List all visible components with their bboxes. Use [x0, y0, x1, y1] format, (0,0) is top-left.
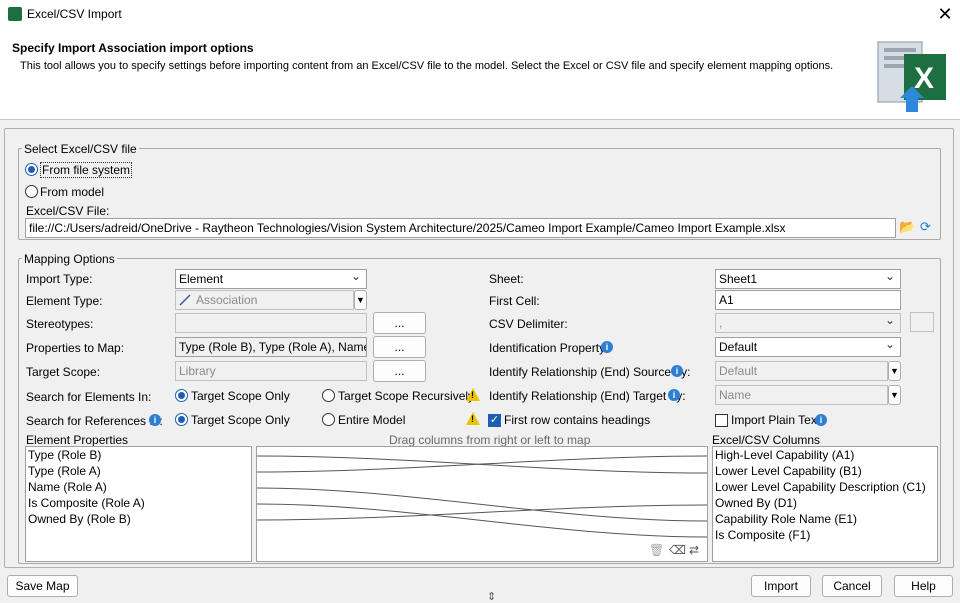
- target-scope-label: Target Scope:: [26, 365, 101, 379]
- csv-delimiter-label: CSV Delimiter:: [489, 317, 568, 331]
- info-icon[interactable]: i: [671, 365, 683, 377]
- list-item[interactable]: Type (Role A): [26, 463, 251, 479]
- import-button[interactable]: Import: [751, 575, 811, 597]
- element-properties-list[interactable]: Type (Role B) Type (Role A) Name (Role A…: [25, 446, 252, 562]
- identification-property-select[interactable]: Default: [715, 337, 901, 357]
- identification-property-label: Identification Property:: [489, 341, 609, 355]
- excel-columns-list[interactable]: High-Level Capability (A1) Lower Level C…: [712, 446, 938, 562]
- list-item[interactable]: Capability Role Name (E1): [713, 511, 937, 527]
- list-item[interactable]: Owned By (D1): [713, 495, 937, 511]
- excel-columns-label: Excel/CSV Columns: [712, 433, 821, 447]
- csv-delimiter-select[interactable]: ,: [715, 313, 901, 333]
- first-row-headings-checkbox[interactable]: ✓: [488, 414, 501, 427]
- info-icon[interactable]: i: [815, 414, 827, 426]
- search-elements-scope-only-radio[interactable]: [175, 389, 188, 402]
- file-path-field[interactable]: file://C:/Users/adreid/OneDrive - Raythe…: [25, 218, 896, 238]
- association-icon: [179, 294, 191, 306]
- import-plain-text-label[interactable]: Import Plain Text: [731, 413, 820, 427]
- mapping-lines: [257, 455, 707, 538]
- from-model-label[interactable]: From model: [40, 185, 104, 199]
- resize-grip-icon[interactable]: ⇕: [487, 590, 496, 603]
- list-item[interactable]: Owned By (Role B): [26, 511, 251, 527]
- element-type-label: Element Type:: [26, 294, 103, 308]
- search-refs-label: Search for References In:: [26, 414, 163, 428]
- open-folder-icon[interactable]: 📂: [899, 219, 915, 235]
- search-elements-label: Search for Elements In:: [26, 390, 152, 404]
- list-item[interactable]: Is Composite (Role A): [26, 495, 251, 511]
- stereotypes-label: Stereotypes:: [26, 317, 94, 331]
- first-cell-field[interactable]: A1: [715, 290, 901, 310]
- import-plain-text-checkbox[interactable]: [715, 414, 728, 427]
- target-scope-field[interactable]: Library: [175, 361, 367, 381]
- first-cell-label: First Cell:: [489, 294, 540, 308]
- auto-map-icon[interactable]: ⇄: [689, 543, 699, 557]
- import-type-label: Import Type:: [26, 272, 93, 286]
- from-file-system-label[interactable]: From file system: [40, 162, 133, 178]
- sheet-select[interactable]: Sheet1: [715, 269, 901, 289]
- delete-mapping-icon[interactable]: 🗑: [649, 543, 664, 557]
- rel-source-dropdown-button[interactable]: ▼: [888, 361, 901, 381]
- search-elements-recursive-radio[interactable]: [322, 389, 335, 402]
- list-item[interactable]: Lower Level Capability Description (C1): [713, 479, 937, 495]
- info-icon[interactable]: i: [601, 341, 613, 353]
- search-refs-entire-model-radio[interactable]: [322, 413, 335, 426]
- stereotypes-field[interactable]: [175, 313, 367, 333]
- list-item[interactable]: Name (Role A): [26, 479, 251, 495]
- search-elements-scope-only-label[interactable]: Target Scope Only: [191, 389, 290, 403]
- properties-to-map-field[interactable]: Type (Role B), Type (Role A), Name (Rol: [175, 337, 367, 357]
- info-icon[interactable]: i: [668, 389, 680, 401]
- svg-text:X: X: [914, 62, 934, 95]
- cancel-button[interactable]: Cancel: [822, 575, 882, 597]
- drag-hint-label: Drag columns from right or left to map: [389, 433, 591, 447]
- properties-browse-button[interactable]: ...: [373, 336, 426, 358]
- delete-all-mappings-icon[interactable]: ⌫: [669, 543, 686, 557]
- stereotypes-browse-button[interactable]: ...: [373, 312, 426, 334]
- sheet-label: Sheet:: [489, 272, 524, 286]
- header-description: This tool allows you to specify settings…: [20, 60, 834, 72]
- mapping-options-legend: Mapping Options: [22, 252, 117, 266]
- file-path-label: Excel/CSV File:: [26, 204, 110, 218]
- save-map-button[interactable]: Save Map: [7, 575, 78, 597]
- rel-target-dropdown-button[interactable]: ▼: [888, 385, 901, 405]
- from-model-radio[interactable]: [25, 185, 38, 198]
- excel-import-icon: [8, 7, 22, 21]
- mapping-canvas[interactable]: 🗑 ⌫ ⇄: [256, 446, 708, 562]
- warning-icon: !: [466, 388, 480, 401]
- search-refs-scope-only-radio[interactable]: [175, 413, 188, 426]
- list-item[interactable]: Is Composite (F1): [713, 527, 937, 543]
- target-scope-browse-button[interactable]: ...: [373, 360, 426, 382]
- info-icon[interactable]: i: [149, 414, 161, 426]
- rel-source-field[interactable]: Default: [715, 361, 888, 381]
- rel-target-field[interactable]: Name: [715, 385, 888, 405]
- rel-source-label: Identify Relationship (End) Source by:: [489, 365, 691, 379]
- search-refs-entire-model-label[interactable]: Entire Model: [338, 413, 405, 427]
- excel-logo-icon: X: [877, 41, 946, 112]
- element-type-dropdown-button[interactable]: ▼: [354, 290, 367, 310]
- list-item[interactable]: Lower Level Capability (B1): [713, 463, 937, 479]
- search-refs-scope-only-label[interactable]: Target Scope Only: [191, 413, 290, 427]
- element-type-field[interactable]: Association: [175, 290, 354, 310]
- list-item[interactable]: Type (Role B): [26, 447, 251, 463]
- element-properties-label: Element Properties: [26, 433, 129, 447]
- help-button[interactable]: Help: [894, 575, 953, 597]
- rel-target-label: Identify Relationship (End) Target by:: [489, 389, 686, 403]
- select-file-legend: Select Excel/CSV file: [22, 142, 139, 156]
- refresh-icon[interactable]: ⟳: [920, 219, 931, 235]
- csv-delimiter-custom-field[interactable]: [910, 312, 934, 332]
- warning-icon: !: [466, 412, 480, 425]
- window-title: Excel/CSV Import: [27, 7, 122, 21]
- title-bar: [0, 0, 960, 29]
- import-type-select[interactable]: Element: [175, 269, 367, 289]
- search-elements-recursive-label[interactable]: Target Scope Recursively: [338, 389, 474, 403]
- first-row-headings-label[interactable]: First row contains headings: [504, 413, 650, 427]
- properties-to-map-label: Properties to Map:: [26, 341, 125, 355]
- list-item[interactable]: High-Level Capability (A1): [713, 447, 937, 463]
- close-icon[interactable]: ✕: [934, 3, 956, 25]
- header-title: Specify Import Association import option…: [12, 41, 254, 55]
- from-file-system-radio[interactable]: [25, 163, 38, 176]
